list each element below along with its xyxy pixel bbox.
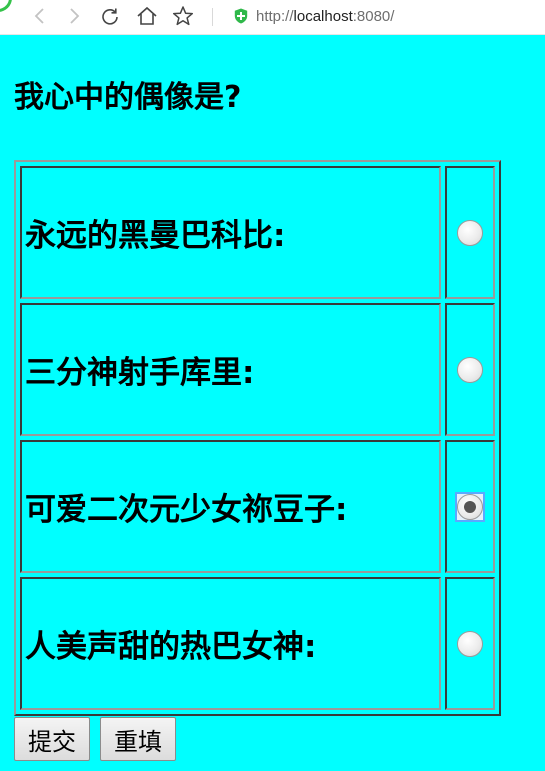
url-scheme: http://	[256, 8, 294, 25]
radio-dot	[464, 500, 476, 513]
radio-focus-frame	[455, 629, 485, 659]
option-radio-cell	[445, 303, 495, 436]
submit-button[interactable]: 提交	[14, 717, 90, 761]
option-label: 永远的黑曼巴科比:	[20, 166, 441, 299]
page-title: 我心中的偶像是?	[14, 80, 242, 115]
options-table: 永远的黑曼巴科比: 三分神射手库里: 可爱二次元少女祢豆子: 人美声甜的热巴女神:	[14, 160, 501, 716]
radio-focus-frame	[455, 491, 485, 522]
url-port: :8080/	[352, 8, 395, 25]
option-row: 可爱二次元少女祢豆子:	[20, 440, 495, 573]
option-row: 人美声甜的热巴女神:	[20, 577, 495, 710]
home-icon[interactable]	[135, 4, 159, 28]
toolbar-separator	[212, 8, 213, 26]
star-icon[interactable]	[171, 4, 195, 28]
radio-focus-frame	[455, 218, 485, 248]
forward-icon[interactable]	[62, 4, 86, 28]
browser-logo-icon	[0, 0, 12, 12]
radio-focus-frame	[455, 355, 485, 385]
url-host: localhost	[293, 8, 353, 25]
option-label: 可爱二次元少女祢豆子:	[20, 440, 441, 573]
radio-button[interactable]	[457, 219, 483, 246]
radio-button-selected[interactable]	[457, 493, 483, 520]
shield-icon	[234, 8, 248, 24]
address-bar[interactable]: http://localhost:8080/	[256, 8, 394, 26]
option-radio-cell	[445, 440, 495, 573]
form-buttons: 提交 重填	[14, 717, 176, 761]
reload-icon[interactable]	[98, 4, 122, 28]
back-icon[interactable]	[28, 4, 52, 28]
option-label: 三分神射手库里:	[20, 303, 441, 436]
page-content: 我心中的偶像是? 永远的黑曼巴科比: 三分神射手库里: 可爱二次元少女祢豆子: 人美声…	[0, 36, 545, 771]
browser-toolbar: http://localhost:8080/	[0, 0, 545, 35]
option-row: 永远的黑曼巴科比:	[20, 166, 495, 299]
radio-button[interactable]	[457, 630, 483, 657]
option-radio-cell	[445, 577, 495, 710]
reset-button[interactable]: 重填	[100, 717, 176, 761]
option-label: 人美声甜的热巴女神:	[20, 577, 441, 710]
options-table-grid: 永远的黑曼巴科比: 三分神射手库里: 可爱二次元少女祢豆子: 人美声甜的热巴女神:	[16, 162, 499, 714]
option-row: 三分神射手库里:	[20, 303, 495, 436]
radio-button[interactable]	[457, 356, 483, 383]
option-radio-cell	[445, 166, 495, 299]
